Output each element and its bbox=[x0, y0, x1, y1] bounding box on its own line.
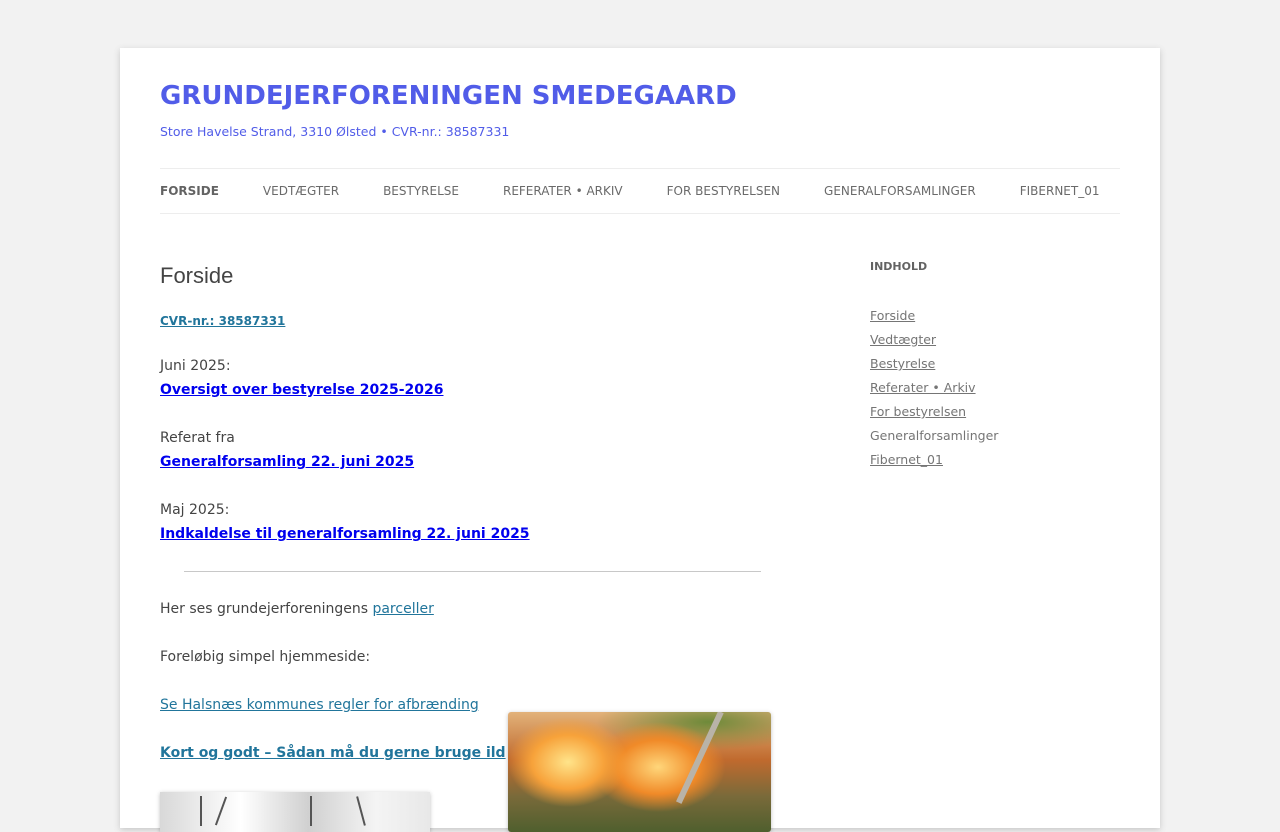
sidebar-title: INDHOLD bbox=[870, 260, 928, 273]
sidebar-link-for-bestyrelsen[interactable]: For bestyrelsen bbox=[870, 404, 966, 419]
sidebar-item-generalforsamlinger: Generalforsamlinger bbox=[870, 424, 1120, 448]
entry-referat: Referat fra Generalforsamling 22. juni 2… bbox=[160, 426, 790, 474]
parceller-paragraph: Her ses grundejerforeningens parceller bbox=[160, 597, 790, 621]
nav-item-vedtaegter[interactable]: VEDTÆGTER bbox=[263, 184, 339, 198]
content-divider bbox=[184, 571, 761, 572]
nav-item-forside[interactable]: FORSIDE bbox=[160, 184, 219, 198]
sidebar-link-referater[interactable]: Referater • Arkiv bbox=[870, 380, 976, 395]
parceller-text: Her ses grundejerforeningens bbox=[160, 601, 369, 617]
nav-item-fibernet[interactable]: FIBERNET_01 bbox=[1020, 184, 1100, 198]
entry-maj: Maj 2025: Indkaldelse til generalforsaml… bbox=[160, 498, 790, 546]
parceller-link[interactable]: parceller bbox=[372, 601, 433, 617]
entry-intro: Maj 2025: bbox=[160, 502, 230, 518]
sidebar-item-forside: Forside bbox=[870, 304, 1120, 328]
entry-intro: Referat fra bbox=[160, 430, 235, 446]
page-title: Forside bbox=[160, 263, 234, 288]
sidebar-current-generalforsamlinger[interactable]: Generalforsamlinger bbox=[870, 428, 998, 443]
main-content: Forside CVR-nr.: 38587331 Juni 2025: Ove… bbox=[160, 256, 790, 765]
nav-item-for-bestyrelsen[interactable]: FOR BESTYRELSEN bbox=[667, 184, 780, 198]
simple-homepage-text: Foreløbig simpel hjemmeside: bbox=[160, 649, 371, 665]
sidebar-link-vedtaegter[interactable]: Vedtægter bbox=[870, 332, 936, 347]
entry-intro: Juni 2025: bbox=[160, 358, 231, 374]
cvr-link[interactable]: CVR-nr.: 38587331 bbox=[160, 312, 790, 330]
nav-item-generalforsamlinger[interactable]: GENERALFORSAMLINGER bbox=[824, 184, 976, 198]
site-description: Store Havelse Strand, 3310 Ølsted • CVR-… bbox=[160, 124, 510, 139]
sidebar-item-bestyrelse: Bestyrelse bbox=[870, 352, 1120, 376]
sidebar-link-fibernet[interactable]: Fibernet_01 bbox=[870, 452, 943, 467]
fire-image bbox=[508, 712, 771, 832]
tree-image bbox=[160, 792, 430, 832]
nav-item-bestyrelse[interactable]: BESTYRELSE bbox=[383, 184, 459, 198]
sidebar-item-vedtaegter: Vedtægter bbox=[870, 328, 1120, 352]
page-container: GRUNDEJERFORENINGEN SMEDEGAARD Store Hav… bbox=[120, 48, 1160, 832]
sidebar-list: Forside Vedtægter Bestyrelse Referater •… bbox=[870, 304, 1120, 472]
main-navigation: FORSIDE VEDTÆGTER BESTYRELSE REFERATER •… bbox=[160, 168, 1120, 214]
entry-juni: Juni 2025: Oversigt over bestyrelse 2025… bbox=[160, 354, 790, 402]
simple-homepage-paragraph: Foreløbig simpel hjemmeside: bbox=[160, 645, 790, 669]
sidebar-item-for-bestyrelsen: For bestyrelsen bbox=[870, 400, 1120, 424]
generalforsamling-referat-link[interactable]: Generalforsamling 22. juni 2025 bbox=[160, 450, 790, 474]
sidebar-item-fibernet: Fibernet_01 bbox=[870, 448, 1120, 472]
sidebar-link-bestyrelse[interactable]: Bestyrelse bbox=[870, 356, 935, 371]
site-title[interactable]: GRUNDEJERFORENINGEN SMEDEGAARD bbox=[160, 78, 737, 114]
sidebar: INDHOLD Forside Vedtægter Bestyrelse Ref… bbox=[870, 256, 1120, 472]
sidebar-link-forside[interactable]: Forside bbox=[870, 308, 915, 323]
indkaldelse-link[interactable]: Indkaldelse til generalforsamling 22. ju… bbox=[160, 522, 790, 546]
sidebar-item-referater: Referater • Arkiv bbox=[870, 376, 1120, 400]
bestyrelse-oversigt-link[interactable]: Oversigt over bestyrelse 2025-2026 bbox=[160, 378, 790, 402]
nav-item-referater-arkiv[interactable]: REFERATER • ARKIV bbox=[503, 184, 623, 198]
